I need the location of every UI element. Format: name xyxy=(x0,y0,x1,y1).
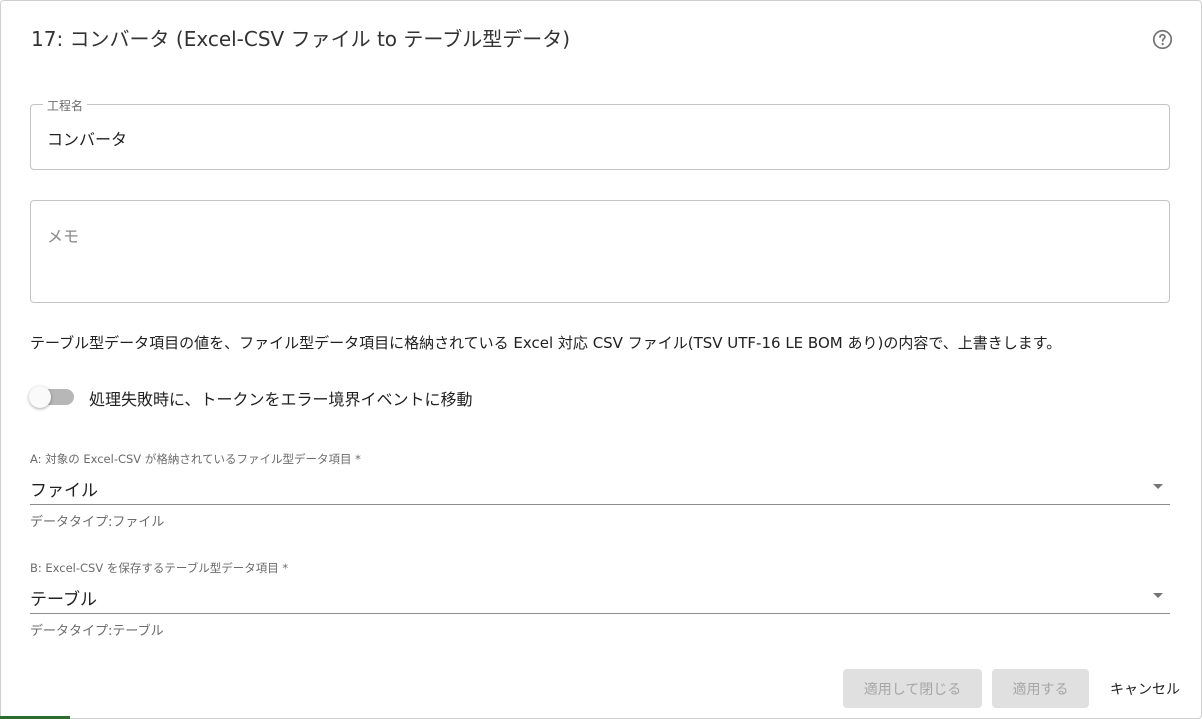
dialog-title: 17: コンバータ (Excel-CSV ファイル to テーブル型データ) xyxy=(31,27,570,51)
apply-and-close-button[interactable]: 適用して閉じる xyxy=(843,669,982,708)
table-field-select-label: B: Excel-CSV を保存するテーブル型データ項目 * xyxy=(30,561,289,575)
dropdown-arrow-icon[interactable] xyxy=(1153,484,1163,489)
file-field-select-label: A: 対象の Excel-CSV が格納されているファイル型データ項目 * xyxy=(30,452,361,466)
table-field-helper-text: データタイプ:テーブル xyxy=(30,624,164,639)
toggle-thumb[interactable] xyxy=(29,386,51,408)
converter-description: テーブル型データ項目の値を、ファイル型データ項目に格納されている Excel 対… xyxy=(30,334,1062,352)
file-field-helper-text: データタイプ:ファイル xyxy=(30,515,165,530)
error-boundary-toggle-label: 処理失敗時に、トークンをエラー境界イベントに移動 xyxy=(89,390,473,409)
error-boundary-toggle[interactable] xyxy=(29,385,75,409)
cancel-button[interactable]: キャンセル xyxy=(1101,669,1189,708)
memo-placeholder: メモ xyxy=(47,227,80,246)
converter-dialog: 17: コンバータ (Excel-CSV ファイル to テーブル型データ) 工… xyxy=(0,0,1202,719)
dropdown-arrow-icon[interactable] xyxy=(1153,593,1163,598)
process-name-label: 工程名 xyxy=(43,97,88,114)
help-circle-icon[interactable] xyxy=(1152,29,1173,50)
table-field-select-value: テーブル xyxy=(30,590,97,610)
table-field-select[interactable]: テーブル xyxy=(30,584,1170,614)
process-name-field[interactable]: 工程名 コンバータ xyxy=(30,97,1170,170)
file-field-select[interactable]: ファイル xyxy=(30,475,1170,505)
apply-button[interactable]: 適用する xyxy=(992,669,1089,708)
process-name-input[interactable]: コンバータ xyxy=(47,126,127,150)
file-field-select-value: ファイル xyxy=(30,481,98,501)
memo-field[interactable]: メモ xyxy=(30,200,1170,303)
